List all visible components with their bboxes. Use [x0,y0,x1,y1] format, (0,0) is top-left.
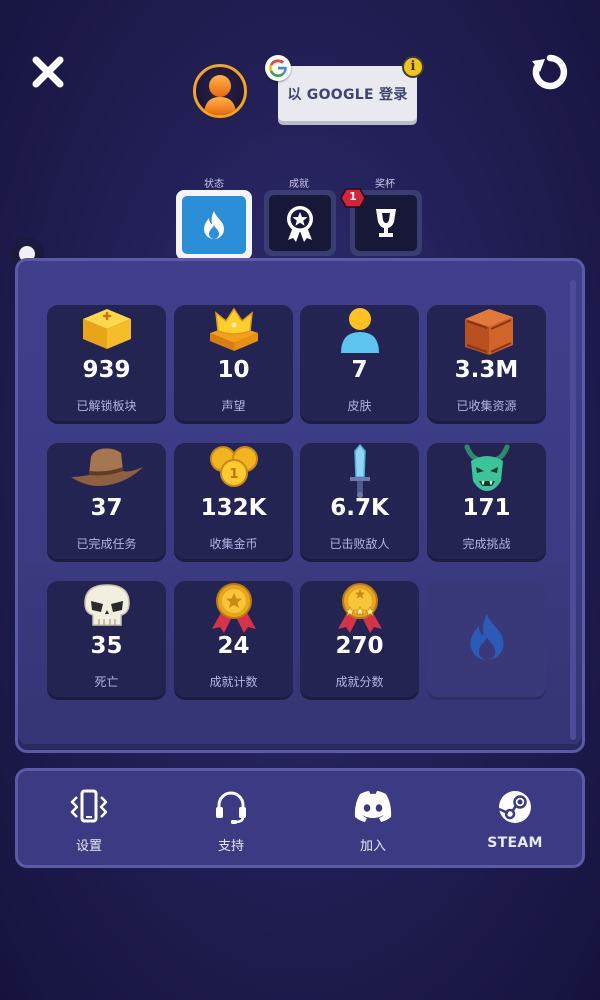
panel-scrollbar[interactable] [570,280,576,740]
settings-label: 设置 [75,839,102,854]
google-login-button[interactable]: 以 GOOGLE 登录 [278,66,417,121]
discord-join-button[interactable]: 加入 [302,771,444,865]
skull-icon [83,584,130,626]
stat-card-prestige: 10 声望 [174,305,293,424]
stat-label: 收集金币 [209,537,258,551]
stat-card-achievement-score: 270 成就分数 [300,581,419,700]
stat-card-skins: 7 皮肤 [300,305,419,424]
stat-label: 完成挑战 [462,537,511,551]
coins-icon: 1 [209,446,258,487]
stat-value: 10 [217,357,250,383]
stat-value: 6.7K [330,495,389,521]
stat-label: 已解锁板块 [76,399,137,413]
trophy-icon [376,209,396,237]
stat-card-deaths: 35 死亡 [47,581,166,700]
stat-label: 成就分数 [335,675,384,689]
discord-icon [354,791,392,822]
stat-value: 3.3M [454,357,519,383]
person-icon [204,75,236,115]
stat-value: 35 [90,633,123,659]
stat-card-achievement-count: 24 成就计数 [174,581,293,700]
stat-card-tasks: 37 已完成任务 [47,443,166,562]
support-label: 支持 [217,839,244,854]
discord-label: 加入 [359,839,386,854]
crown-icon [209,307,258,351]
stat-card-coins: 1 132K 收集金币 [174,443,293,562]
trophy-notification-badge: 1 [340,188,366,208]
flame-placeholder-icon [470,613,503,661]
stat-card-unlocked-tiles: 939 已解锁板块 [47,305,166,424]
stat-card-challenges: 171 完成挑战 [427,443,546,562]
stat-value: 7 [351,357,368,383]
info-icon[interactable]: i [402,56,424,78]
stat-card-locked [427,581,546,700]
stat-value: 171 [462,495,511,521]
stat-label: 已完成任务 [76,537,137,551]
refresh-button[interactable] [528,50,572,94]
avatar[interactable] [193,64,247,118]
settings-button[interactable]: 设置 [18,771,160,865]
medal-icon [211,583,256,633]
steam-label: STEAM [487,835,543,851]
tab-achievements[interactable] [264,190,336,256]
stat-value: 939 [82,357,131,383]
steam-button[interactable]: STEAM [444,771,586,865]
medal-stars-icon [337,583,382,633]
close-button[interactable] [28,52,68,92]
google-logo-icon [265,55,291,81]
crate-icon [464,309,513,355]
award-ribbon-icon [287,206,313,242]
flame-icon [204,211,224,239]
svg-text:1: 1 [229,467,238,482]
sword-icon [349,443,370,498]
headset-icon [216,791,246,824]
tab-status-label: 状态 [204,179,224,190]
tab-status[interactable] [176,190,252,260]
steam-icon [498,791,531,823]
refresh-icon [532,54,568,90]
stat-label: 已收集资源 [456,399,517,413]
close-icon [32,56,64,88]
stat-label: 成就计数 [209,675,258,689]
bottom-bar: 设置 支持 加入 STEAM [15,768,585,868]
demon-icon [464,444,509,491]
stat-label: 声望 [221,399,246,413]
gold-block-icon [82,309,131,349]
stat-value: 37 [90,495,123,521]
stat-card-resources: 3.3M 已收集资源 [427,305,546,424]
cowboy-hat-icon [70,448,143,486]
support-button[interactable]: 支持 [160,771,302,865]
google-login-label: 以 GOOGLE 登录 [287,87,408,103]
stat-label: 已击败敌人 [329,537,390,551]
stat-card-enemies: 6.7K 已击败敌人 [300,443,419,562]
stat-value: 270 [335,633,384,659]
phone-vibrate-icon [70,789,108,823]
stat-label: 死亡 [94,675,119,689]
stat-value: 24 [217,633,250,659]
stat-label: 皮肤 [347,399,372,413]
stat-value: 132K [200,495,267,521]
tab-achievements-label: 成就 [289,179,309,190]
person-icon [340,308,379,353]
